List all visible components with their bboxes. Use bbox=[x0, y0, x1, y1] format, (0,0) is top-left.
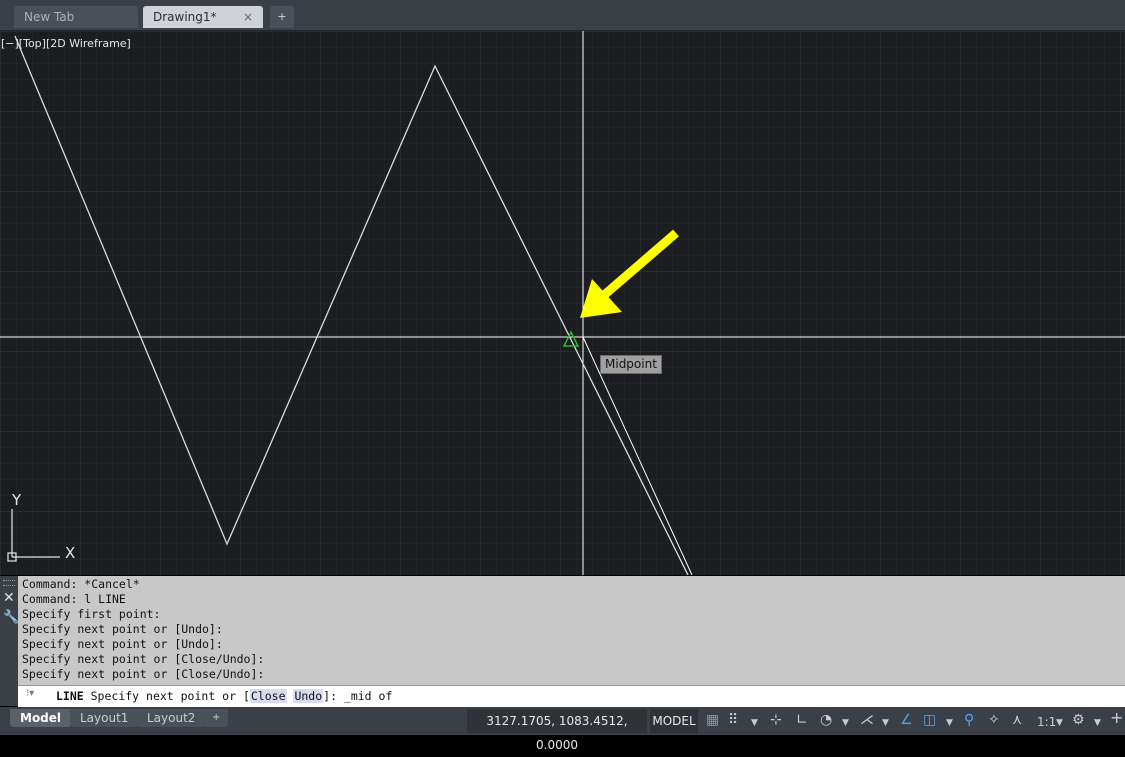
viewport-controls-label[interactable]: [−][Top][2D Wireframe] bbox=[1, 37, 131, 50]
grid-icon[interactable]: ▦ bbox=[706, 712, 719, 728]
add-layout-button[interactable]: + bbox=[204, 709, 228, 727]
history-line: Specify next point or [Close/Undo]: bbox=[22, 667, 265, 681]
object-snap-dropdown-icon[interactable]: ▼ bbox=[946, 715, 953, 731]
infer-constraints-icon[interactable]: ⊹ bbox=[770, 712, 782, 728]
ortho-icon[interactable]: ∟ bbox=[796, 712, 808, 728]
annotation-scale-icon[interactable]: ⋏ bbox=[1012, 712, 1022, 728]
tab-drawing1[interactable]: Drawing1* × bbox=[143, 6, 263, 28]
workspace-dropdown-icon[interactable]: ▼ bbox=[1094, 715, 1101, 731]
isodraft-icon[interactable]: ⋌ bbox=[860, 712, 874, 728]
option-close[interactable]: Close bbox=[249, 689, 287, 703]
customize-icon[interactable]: + bbox=[1110, 710, 1123, 726]
coordinates-display[interactable]: 3127.1705, 1083.4512, 0.0000 bbox=[467, 709, 647, 752]
snap-dropdown-icon[interactable]: ▼ bbox=[751, 715, 758, 731]
tab-new-tab[interactable]: New Tab bbox=[14, 6, 138, 28]
tab-drawing1-label: Drawing1* bbox=[153, 10, 217, 24]
tab-new-tab-label: New Tab bbox=[24, 10, 75, 24]
history-line: Specify next point or [Undo]: bbox=[22, 622, 223, 636]
wrench-icon[interactable]: 🔧 bbox=[3, 610, 19, 625]
prompt-tail: ]: _mid of bbox=[323, 689, 393, 703]
grid bbox=[0, 31, 1125, 575]
isodraft-dropdown-icon[interactable]: ▼ bbox=[882, 715, 889, 731]
active-command: LINE bbox=[56, 689, 84, 703]
polar-icon[interactable]: ◔ bbox=[820, 712, 832, 728]
command-prompt: LINE Specify next point or [Close Undo]:… bbox=[56, 689, 392, 703]
command-window-handle[interactable]: ✕ 🔧 bbox=[0, 576, 19, 706]
history-line: Command: *Cancel* bbox=[22, 577, 140, 591]
tab-model[interactable]: Model bbox=[10, 709, 72, 727]
gear-icon[interactable]: ⚙ bbox=[1072, 712, 1085, 728]
scale-value[interactable]: 1:1 bbox=[1037, 714, 1056, 730]
prompt-text: Specify next point or [ bbox=[83, 689, 250, 703]
option-undo[interactable]: Undo bbox=[293, 689, 324, 703]
tab-layout1[interactable]: Layout1 bbox=[70, 709, 139, 727]
command-history: Command: *Cancel* Command: l LINE Specif… bbox=[22, 577, 264, 682]
polar-dropdown-icon[interactable]: ▼ bbox=[842, 715, 849, 731]
recent-commands-icon[interactable]: ⁝▾ bbox=[26, 688, 34, 699]
file-tab-bar: New Tab Drawing1* × + bbox=[0, 0, 1125, 31]
history-line: Command: l LINE bbox=[22, 592, 126, 606]
auto-scale-icon[interactable]: ✧ bbox=[988, 712, 1000, 728]
close-icon[interactable]: ✕ bbox=[3, 590, 15, 606]
add-tab-button[interactable]: + bbox=[270, 6, 294, 28]
drawing-viewport[interactable]: Y X bbox=[0, 31, 1125, 575]
ucs-x-label: X bbox=[65, 544, 75, 562]
history-line: Specify first point: bbox=[22, 607, 161, 621]
object-snap-icon[interactable]: ◫ bbox=[923, 712, 936, 728]
status-bar: Model Layout1 Layout2 + 3127.1705, 1083.… bbox=[0, 707, 1125, 752]
osnap-tooltip: Midpoint bbox=[600, 355, 662, 374]
model-space-button[interactable]: MODEL bbox=[650, 709, 698, 733]
ucs-y-label: Y bbox=[11, 491, 22, 509]
history-line: Specify next point or [Close/Undo]: bbox=[22, 652, 265, 666]
plus-icon: + bbox=[277, 10, 287, 23]
grip-icon[interactable] bbox=[3, 580, 15, 586]
object-snap-tracking-icon[interactable]: ∠ bbox=[900, 712, 913, 728]
history-line: Specify next point or [Undo]: bbox=[22, 637, 223, 651]
close-tab-icon[interactable]: × bbox=[243, 6, 253, 28]
command-line-input[interactable]: ⁝▾ LINE Specify next point or [Close Und… bbox=[18, 685, 1125, 707]
scale-dropdown-icon[interactable]: ▼ bbox=[1056, 715, 1063, 731]
drawing-canvas[interactable]: Y X bbox=[0, 31, 1125, 575]
snap-icon[interactable]: ⠿ bbox=[728, 712, 738, 728]
annotation-visibility-icon[interactable]: ⚲ bbox=[964, 712, 974, 728]
tab-layout2[interactable]: Layout2 bbox=[137, 709, 206, 727]
